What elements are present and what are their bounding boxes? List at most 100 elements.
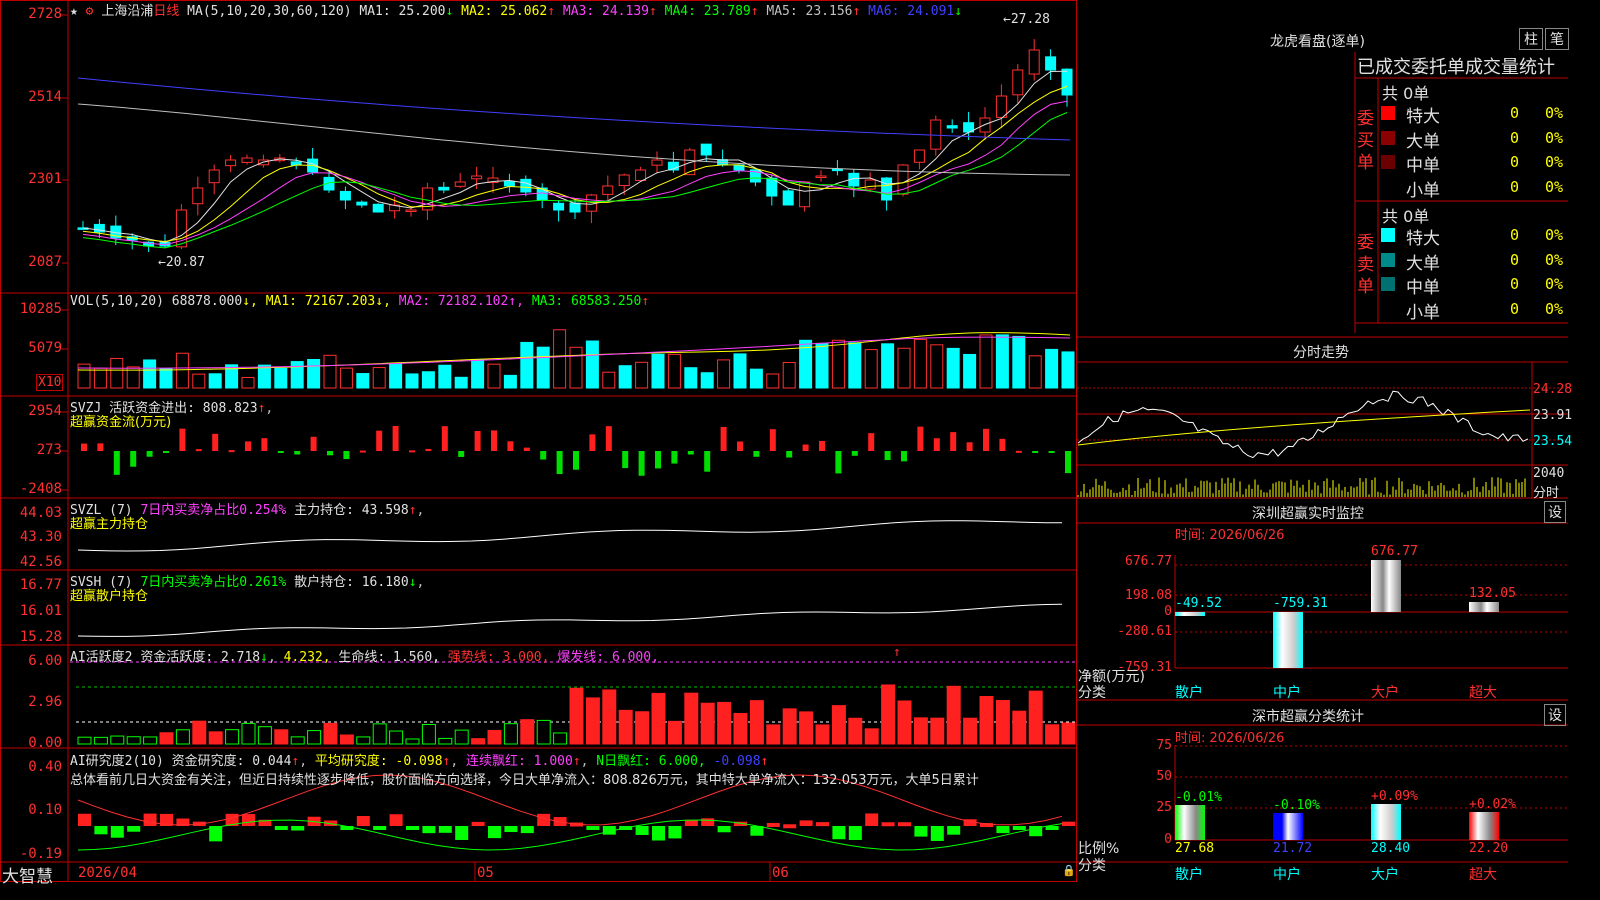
candle-body <box>782 190 794 206</box>
candle-body <box>618 174 630 187</box>
order-count: 0 <box>1510 153 1520 171</box>
brand-logo[interactable]: 大智慧 <box>2 862 53 887</box>
ma-value: MA6: 24.091 <box>868 4 955 19</box>
vol-unit: X10 <box>36 374 64 391</box>
ma-line <box>82 112 1068 249</box>
volume-bar <box>536 346 550 389</box>
research-bar <box>537 813 551 826</box>
order-percent: 0% <box>1545 153 1564 171</box>
svsh-hold: 散户持仓: 16.180 <box>294 575 409 590</box>
research-bar <box>1012 826 1026 830</box>
order-size-label: 小单 <box>1406 302 1440 323</box>
lock-icon[interactable]: 🔒 <box>1062 864 1076 877</box>
buy-side-label: 委买单 <box>1357 109 1374 173</box>
ratio-value: 22.20 <box>1469 841 1509 856</box>
flow-bar <box>851 451 858 456</box>
settings-icon[interactable]: ⚙ <box>86 4 94 19</box>
fenshi-unit: 分时 <box>1533 486 1560 501</box>
ai-active-c: 生命线: 1.560, <box>338 650 441 665</box>
candle-body <box>831 168 843 172</box>
activity-bar <box>848 717 863 745</box>
research-bar <box>389 814 403 826</box>
period-label[interactable]: 日线 <box>153 4 179 19</box>
activity-bar <box>618 709 633 745</box>
candle-body <box>356 201 368 206</box>
volume-bar <box>241 376 255 389</box>
activity-bar <box>553 732 568 745</box>
flow-bar <box>81 443 87 451</box>
activity-bar <box>372 723 387 745</box>
volume-bar <box>487 363 501 389</box>
activity-bar <box>471 738 486 745</box>
flow-bar <box>458 451 465 457</box>
ma-header: MA(5,10,20,30,60,120) <box>187 4 352 19</box>
candle-body <box>372 203 384 213</box>
net-flow-bar <box>1175 612 1205 616</box>
net-flow-bar <box>1469 601 1499 612</box>
volume-bar <box>766 373 780 389</box>
activity-bar <box>766 724 781 745</box>
sz-monitor-xlabel: 分类 <box>1078 685 1106 701</box>
volume-bar <box>930 344 944 389</box>
research-bar <box>291 826 305 831</box>
order-count: 0 <box>1510 177 1520 196</box>
volume-bar <box>372 367 386 389</box>
volume-bar <box>307 359 321 389</box>
candle-body <box>1061 68 1073 96</box>
flow-bar <box>737 441 743 451</box>
research-bar <box>881 822 895 827</box>
sz-monitor-time: 时间: 2026/06/26 <box>1175 528 1285 543</box>
order-stat-header: 已成交委托单成交量统计 <box>1357 57 1555 78</box>
sz-monitor-settings-button[interactable]: 设 <box>1544 501 1566 523</box>
legend-swatch <box>1381 155 1395 169</box>
activity-bar <box>110 735 125 745</box>
flow-bar <box>97 443 104 451</box>
research-bar <box>848 826 862 840</box>
fenshi-price: 23.91 <box>1533 408 1573 423</box>
vol-header: VOL(5,10,20) 68878.000↓, MA1: 72167.203↓… <box>70 294 650 309</box>
order-count: 0 <box>1510 299 1520 318</box>
volume-bar <box>569 346 583 389</box>
legend-swatch <box>1381 179 1395 194</box>
order-size-label: 特大 <box>1406 229 1440 249</box>
activity-bar <box>307 730 322 745</box>
ratio-change: -0.01% <box>1175 790 1222 806</box>
research-bar <box>110 826 124 838</box>
ma-line <box>77 77 1071 141</box>
fenshi-price: 23.54 <box>1533 434 1573 449</box>
activity-bar <box>257 726 272 745</box>
sz-class-settings-button[interactable]: 设 <box>1544 704 1566 726</box>
ai-research-header: AI研究度2(10) 资金研究度: 0.044↑, 平均研究度: -0.098↑… <box>70 754 769 769</box>
candle-body <box>930 119 942 150</box>
flow-bar <box>556 451 563 475</box>
flow-bar <box>113 451 120 475</box>
volume-bar <box>339 367 353 389</box>
tick-mode-button[interactable]: 笔 <box>1545 28 1569 50</box>
fenshi-title[interactable]: 分时走势 <box>1293 342 1349 362</box>
flow-bar <box>950 432 957 451</box>
ratio-change: -0.10% <box>1273 797 1320 813</box>
sz-class-time: 时间: 2026/06/26 <box>1175 731 1285 746</box>
retail-holding-line <box>77 603 1063 637</box>
star-icon[interactable]: ★ <box>70 4 78 19</box>
flow-bar <box>983 428 989 451</box>
research-bar <box>766 822 780 827</box>
flow-bar <box>310 436 317 451</box>
activity-bar <box>733 712 748 745</box>
volume-bar <box>1061 351 1075 389</box>
ai-research-c: 连续飘红: 1.000 <box>466 754 573 769</box>
activity-bar <box>192 720 207 745</box>
svzl-ratio: 7日内买卖净占比0.254% <box>140 503 287 518</box>
research-bar <box>274 826 288 830</box>
activity-bar <box>1061 722 1076 745</box>
bar-mode-button[interactable]: 柱 <box>1519 28 1543 50</box>
volume-bar <box>93 367 107 389</box>
candle-body <box>995 95 1007 118</box>
activity-bar <box>1012 710 1027 745</box>
ma-value: MA4: 23.789 <box>664 4 751 19</box>
candle-body <box>241 157 253 163</box>
activity-bar <box>175 729 190 745</box>
volume-bar <box>667 353 681 389</box>
ratio-change: +0.09% <box>1371 789 1418 805</box>
research-bar <box>816 822 829 827</box>
